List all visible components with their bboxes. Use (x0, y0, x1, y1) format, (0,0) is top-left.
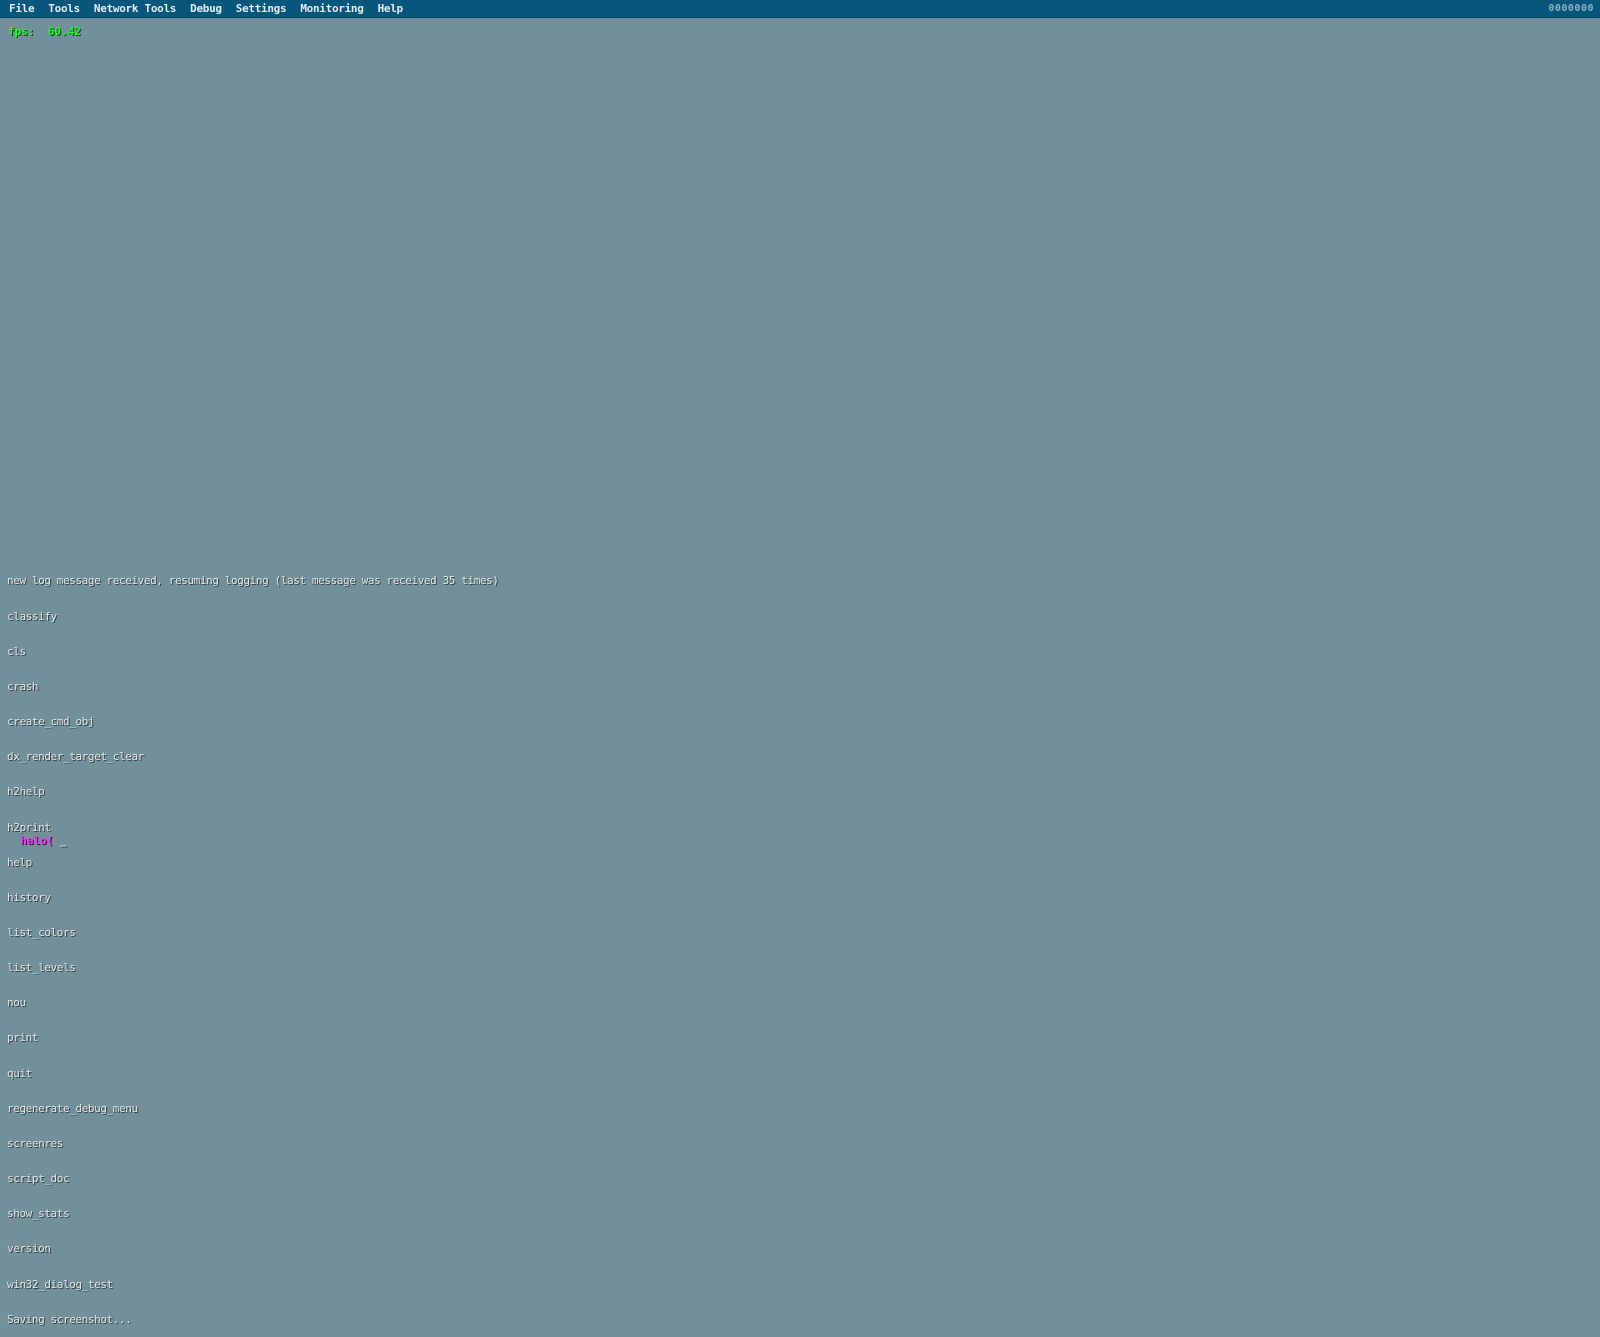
console-line: dx_render_target_clear (7, 750, 144, 764)
console-line: crash (7, 679, 39, 693)
console-line: quit (7, 1066, 32, 1080)
menu-items: File Tools Network Tools Debug Settings … (0, 0, 410, 17)
console-line: h2print (7, 820, 51, 834)
console-line: print (7, 1031, 39, 1045)
menu-network-tools[interactable]: Network Tools (87, 0, 183, 17)
console-line: list_levels (7, 961, 76, 975)
console-input[interactable]: _ (53, 834, 67, 847)
console-prompt[interactable]: halo( _ (7, 821, 67, 847)
console-line: script_doc (7, 1172, 70, 1186)
console-line: create_cmd_obj (7, 715, 95, 729)
console-line: classify (7, 609, 57, 623)
fps-counter: fps: 60.42 (8, 25, 81, 38)
console-line: new log message received, resuming loggi… (7, 574, 499, 588)
menu-help[interactable]: Help (371, 0, 410, 17)
console-line: screenres (7, 1136, 64, 1150)
console-line: show_stats (7, 1207, 70, 1221)
prompt-label: halo( (20, 834, 54, 847)
console-line: list_colors (7, 926, 76, 939)
console-line: cls (7, 644, 26, 658)
menu-tools[interactable]: Tools (41, 0, 87, 17)
console-line: help (7, 855, 32, 869)
console-line: regenerate_debug_menu (7, 1101, 138, 1115)
console-line: Saving screenshot... (7, 1312, 132, 1326)
console-line: history (7, 890, 51, 904)
menu-status-readout: 0000000 (1548, 3, 1594, 14)
console-line: h2help (7, 785, 45, 799)
menu-monitoring[interactable]: Monitoring (293, 0, 370, 17)
console-line: version (7, 1242, 51, 1256)
console-line: nou (7, 996, 26, 1010)
menu-settings[interactable]: Settings (229, 0, 294, 17)
menu-debug[interactable]: Debug (183, 0, 229, 17)
menu-file[interactable]: File (2, 0, 41, 17)
console-line: win32_dialog_test (7, 1277, 113, 1291)
menu-bar: File Tools Network Tools Debug Settings … (0, 0, 1600, 18)
console-log: new log message received, resuming loggi… (7, 552, 499, 1337)
